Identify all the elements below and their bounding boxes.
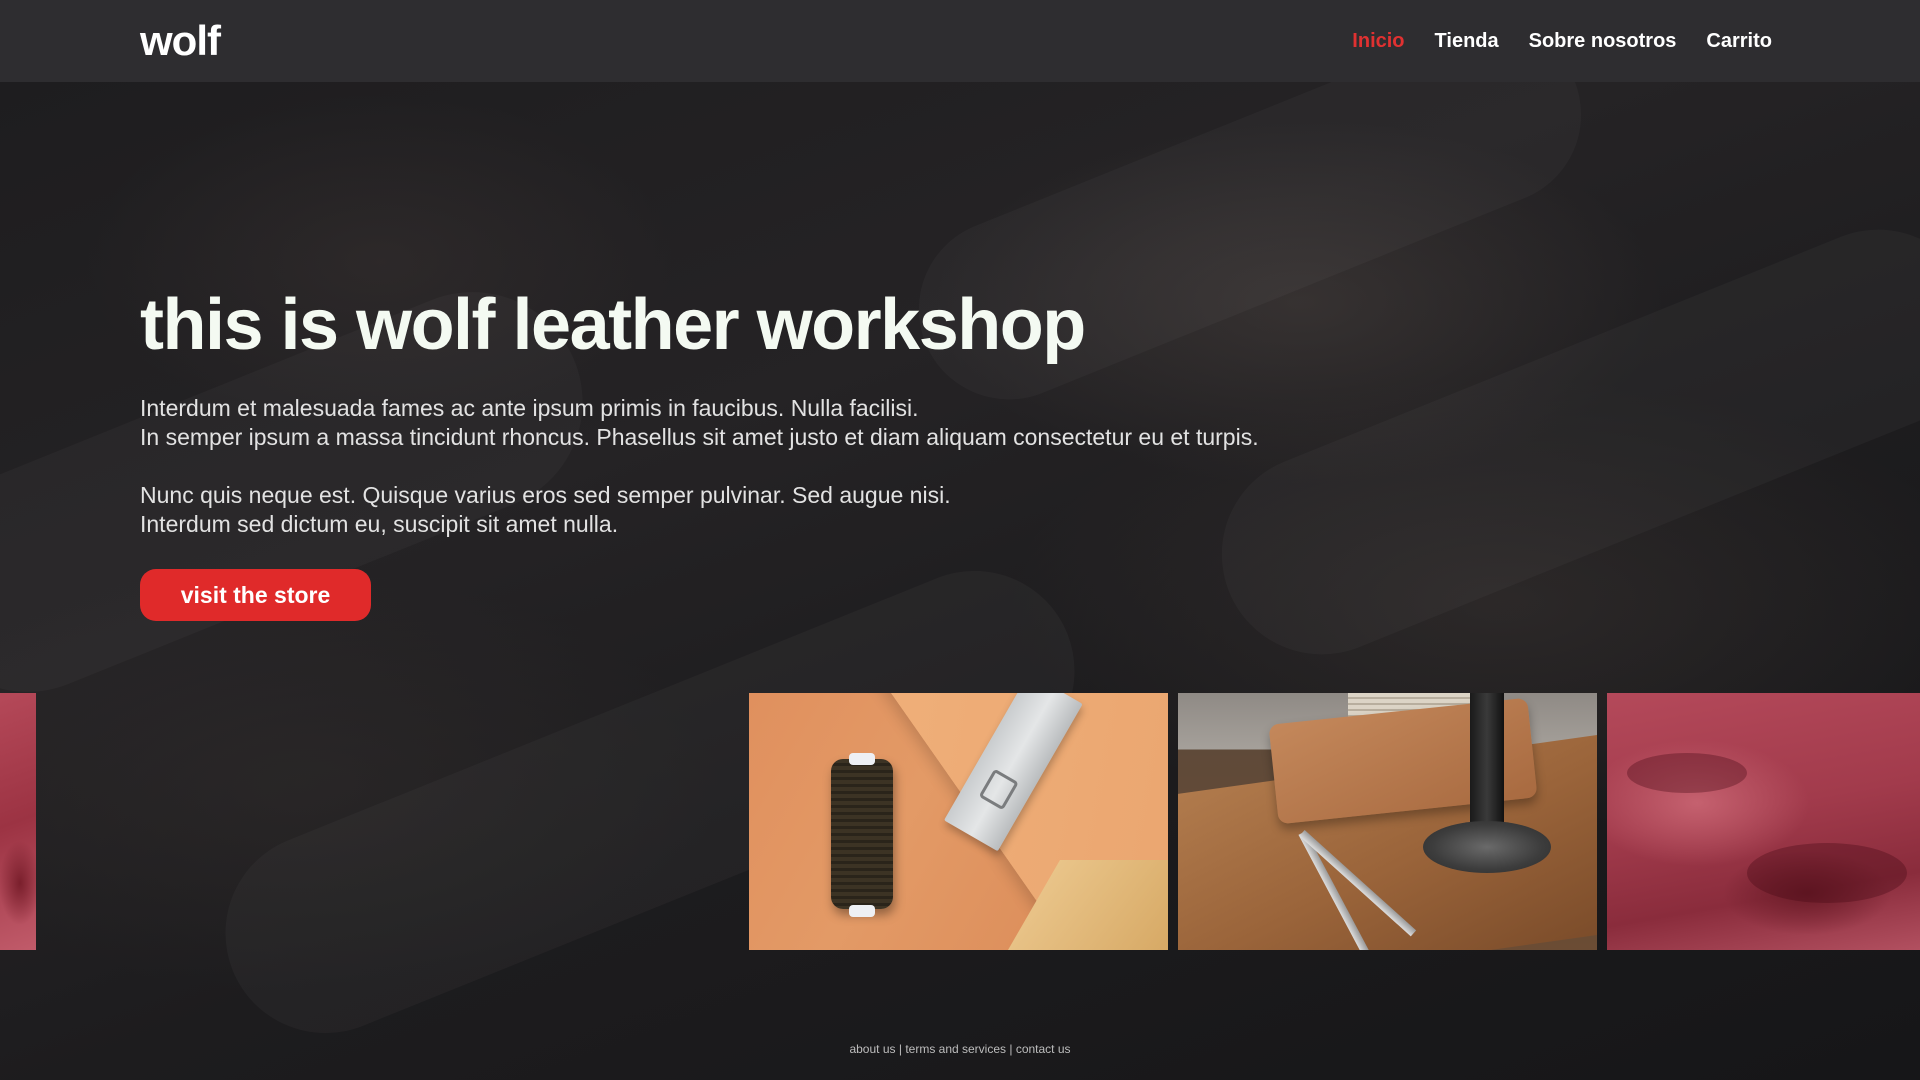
gallery-image-red-leather[interactable] xyxy=(0,693,36,950)
footer: about us | terms and services | contact … xyxy=(0,1042,1920,1056)
hero-paragraph-2: Nunc quis neque est. Quisque varius eros… xyxy=(140,481,1259,539)
hero-paragraph-2-line-2: Interdum sed dictum eu, suscipit sit ame… xyxy=(140,511,619,537)
image-gallery xyxy=(0,693,1920,950)
footer-link-terms[interactable]: terms and services xyxy=(905,1042,1006,1056)
nav-link-carrito[interactable]: Carrito xyxy=(1706,30,1772,53)
page: wolf Inicio Tienda Sobre nosotros Carrit… xyxy=(0,0,1920,1080)
visit-store-button[interactable]: visit the store xyxy=(140,569,371,621)
footer-separator: | xyxy=(898,1042,902,1056)
hero-paragraph-2-line-1: Nunc quis neque est. Quisque varius eros… xyxy=(140,482,951,508)
nav-menu: Inicio Tienda Sobre nosotros Carrito xyxy=(1352,30,1772,53)
gallery-image-thread-spool[interactable] xyxy=(749,693,1168,950)
footer-link-contact-us[interactable]: contact us xyxy=(1016,1042,1071,1056)
nav-link-inicio[interactable]: Inicio xyxy=(1352,30,1404,53)
nav-link-tienda[interactable]: Tienda xyxy=(1435,30,1499,53)
gallery-image-workbench[interactable] xyxy=(1178,693,1597,950)
thread-spool-shape xyxy=(831,759,893,909)
hero-paragraph-1-line-2: In semper ipsum a massa tincidunt rhoncu… xyxy=(140,424,1259,450)
hero-paragraph-1: Interdum et malesuada fames ac ante ipsu… xyxy=(140,394,1259,452)
footer-separator: | xyxy=(1009,1042,1013,1056)
gallery-image-red-hides[interactable] xyxy=(1607,693,1920,950)
footer-link-about-us[interactable]: about us xyxy=(849,1042,895,1056)
nav-link-sobre-nosotros[interactable]: Sobre nosotros xyxy=(1529,30,1677,53)
top-navbar: wolf Inicio Tienda Sobre nosotros Carrit… xyxy=(0,0,1920,82)
hero-paragraph-1-line-1: Interdum et malesuada fames ac ante ipsu… xyxy=(140,395,919,421)
brand-logo[interactable]: wolf xyxy=(140,17,221,65)
hero-title: this is wolf leather workshop xyxy=(140,285,1086,365)
hero-section: this is wolf leather workshop Interdum e… xyxy=(140,280,1259,621)
